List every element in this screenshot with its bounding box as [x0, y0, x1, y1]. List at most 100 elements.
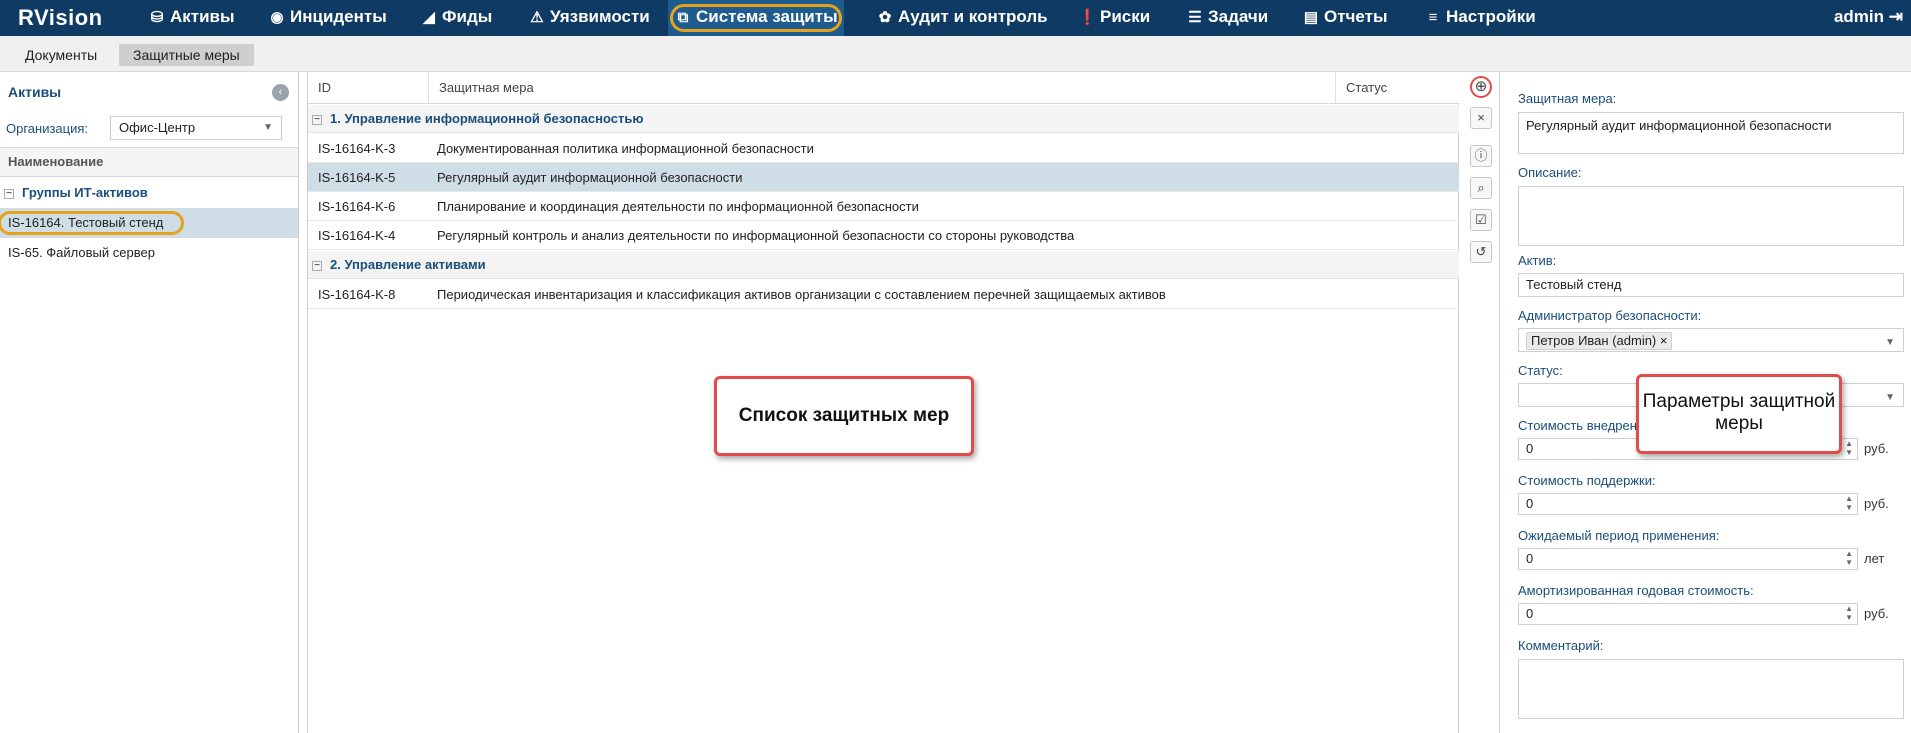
info-icon[interactable]: ⓘ [1470, 145, 1492, 167]
cell-id: IS-16164-K-8 [318, 287, 396, 302]
nav-audit-label: Аудит и контроль [898, 7, 1048, 26]
assets-panel: Активы ‹ Организация: Офис-Центр ▼ Наимен… [0, 72, 299, 733]
asset-row[interactable]: IS-65. Файловый сервер [0, 238, 298, 268]
collapse-minus-icon[interactable]: − [4, 188, 14, 199]
cell-id: IS-16164-K-4 [318, 228, 396, 243]
nav-feeds[interactable]: ◢ Фиды [420, 0, 492, 36]
collapse-minus-icon[interactable]: − [312, 260, 322, 271]
table-row[interactable]: IS-16164-K-8 Периодическая инвентаризация… [308, 280, 1459, 309]
description-label: Описание: [1518, 165, 1582, 180]
amort-input[interactable]: 0 ▲ ▼ [1518, 603, 1858, 625]
tab-documents[interactable]: Документы [11, 44, 111, 66]
chevron-down-icon: ▼ [263, 122, 273, 133]
nav-settings-label: Настройки [1446, 7, 1536, 26]
admin-select[interactable]: Петров Иван (admin) × ▼ [1518, 328, 1904, 352]
spinner-icon[interactable]: ▲ ▼ [1845, 604, 1853, 622]
nav-tasks[interactable]: ☰ Задачи [1186, 0, 1268, 36]
measure-field[interactable]: Регулярный аудит информационной безопасн… [1518, 112, 1904, 154]
app-logo[interactable]: RVision [18, 5, 103, 31]
top-navbar: RVision ⛁ Активы ◉ Инциденты ◢ Фиды ⚠ Уязвим… [0, 0, 1911, 36]
cell-id: IS-16164-K-6 [318, 199, 396, 214]
impl-cost-unit: руб. [1864, 441, 1889, 456]
admin-label: Администратор безопасности: [1518, 308, 1702, 323]
period-label: Ожидаемый период применения: [1518, 528, 1720, 543]
callout-measure-params: Параметры защитной меры [1636, 374, 1842, 454]
nav-vulnerabilities-label: Уязвимости [550, 7, 650, 26]
highlight-oval [0, 211, 184, 235]
database-icon: ⛁ [150, 9, 164, 26]
support-cost-label: Стоимость поддержки: [1518, 473, 1656, 488]
nav-audit[interactable]: ✿ Аудит и контроль [876, 0, 1048, 36]
reports-icon: ▤ [1303, 9, 1319, 26]
status-label: Статус: [1518, 363, 1563, 378]
asset-group-row[interactable]: − Группы ИТ-активов [0, 178, 298, 208]
audit-icon: ✿ [878, 9, 892, 26]
user-name: admin [1833, 7, 1885, 26]
column-header-measure[interactable]: Защитная мера [429, 72, 1336, 104]
nav-settings[interactable]: ≡ Настройки [1424, 0, 1536, 36]
comment-field[interactable] [1518, 659, 1904, 719]
cell-measure: Планирование и координация деятельности … [437, 199, 919, 214]
incident-icon: ◉ [270, 9, 284, 26]
nav-protection-system[interactable]: ⧉ Система защиты [668, 0, 844, 36]
nav-tasks-label: Задачи [1208, 7, 1269, 26]
cell-id: IS-16164-K-5 [318, 170, 396, 185]
organization-select[interactable]: Офис-Центр ▼ [110, 116, 282, 140]
period-input[interactable]: 0 ▲ ▼ [1518, 548, 1858, 570]
nav-incidents[interactable]: ◉ Инциденты [268, 0, 386, 36]
warning-icon: ⚠ [530, 9, 544, 26]
tasks-icon: ☰ [1188, 9, 1202, 26]
highlight-oval [670, 4, 842, 32]
collapse-minus-icon[interactable]: − [312, 114, 322, 125]
delete-icon[interactable]: × [1470, 107, 1492, 129]
impl-cost-value: 0 [1526, 441, 1534, 456]
nav-assets-label: Активы [170, 7, 235, 26]
measure-label: Защитная мера: [1518, 91, 1617, 106]
collapse-panel-icon[interactable]: ‹ [272, 84, 289, 101]
nav-feeds-label: Фиды [442, 7, 493, 26]
spinner-icon[interactable]: ▲ ▼ [1845, 439, 1853, 457]
logout-icon[interactable]: ⇥ [1889, 7, 1903, 26]
nav-reports[interactable]: ▤ Отчеты [1302, 0, 1388, 36]
column-header-id[interactable]: ID [308, 72, 429, 104]
admin-chip: Петров Иван (admin) × [1526, 332, 1673, 350]
nav-assets[interactable]: ⛁ Активы [148, 0, 235, 36]
assets-column-header[interactable]: Наименование [0, 147, 298, 177]
history-icon[interactable]: ↺ [1470, 241, 1492, 263]
cell-measure: Документированная политика информационно… [437, 141, 814, 156]
spinner-icon[interactable]: ▲ ▼ [1845, 549, 1853, 567]
user-menu[interactable]: admin ⇥ [1834, 0, 1903, 34]
cell-measure: Регулярный контроль и анализ деятельност… [437, 228, 1075, 243]
remove-chip-icon[interactable]: × [1660, 333, 1668, 348]
checklist-icon[interactable]: ☑ [1470, 209, 1492, 231]
organization-value: Офис-Центр [119, 120, 196, 135]
asset-group-label: Группы ИТ-активов [22, 185, 148, 200]
column-header-status[interactable]: Статус [1336, 72, 1459, 104]
description-field[interactable] [1518, 186, 1904, 246]
section-row[interactable]: −2. Управление активами [308, 251, 1459, 279]
asset-row[interactable]: IS-16164. Тестовый стенд [0, 208, 298, 238]
section-row[interactable]: −1. Управление информационной безопаснос… [308, 105, 1459, 133]
add-icon[interactable]: ⊕ [1470, 76, 1492, 98]
attachment-icon[interactable]: ⌕ [1470, 177, 1492, 199]
table-row[interactable]: IS-16164-K-6 Планирование и координация д… [308, 192, 1459, 221]
table-row[interactable]: IS-16164-K-4 Регулярный контроль и анализ… [308, 221, 1459, 250]
tab-protective-measures[interactable]: Защитные меры [119, 44, 254, 66]
support-cost-value: 0 [1526, 496, 1534, 511]
nav-risks[interactable]: ❗ Риски [1078, 0, 1150, 36]
spinner-icon[interactable]: ▲ ▼ [1845, 494, 1853, 512]
amort-label: Амортизированная годовая стоимость: [1518, 583, 1754, 598]
table-row[interactable]: IS-16164-K-5 Регулярный аудит информацион… [308, 163, 1459, 192]
nav-vulnerabilities[interactable]: ⚠ Уязвимости [528, 0, 650, 36]
exclamation-icon: ❗ [1078, 9, 1097, 26]
amort-unit: руб. [1864, 606, 1889, 621]
amort-value: 0 [1526, 606, 1534, 621]
chevron-down-icon: ▼ [1885, 337, 1895, 348]
measure-params-panel: Защитная мера: Регулярный аудит информац… [1502, 72, 1911, 733]
subtabs-bar: Документы Защитные меры [0, 36, 1911, 72]
support-cost-input[interactable]: 0 ▲ ▼ [1518, 493, 1858, 515]
asset-field[interactable]: Тестовый стенд [1518, 273, 1904, 297]
table-row[interactable]: IS-16164-K-3 Документированная политика и… [308, 134, 1459, 163]
comment-label: Комментарий: [1518, 638, 1604, 653]
section-title: 1. Управление информационной безопасност… [330, 111, 644, 126]
